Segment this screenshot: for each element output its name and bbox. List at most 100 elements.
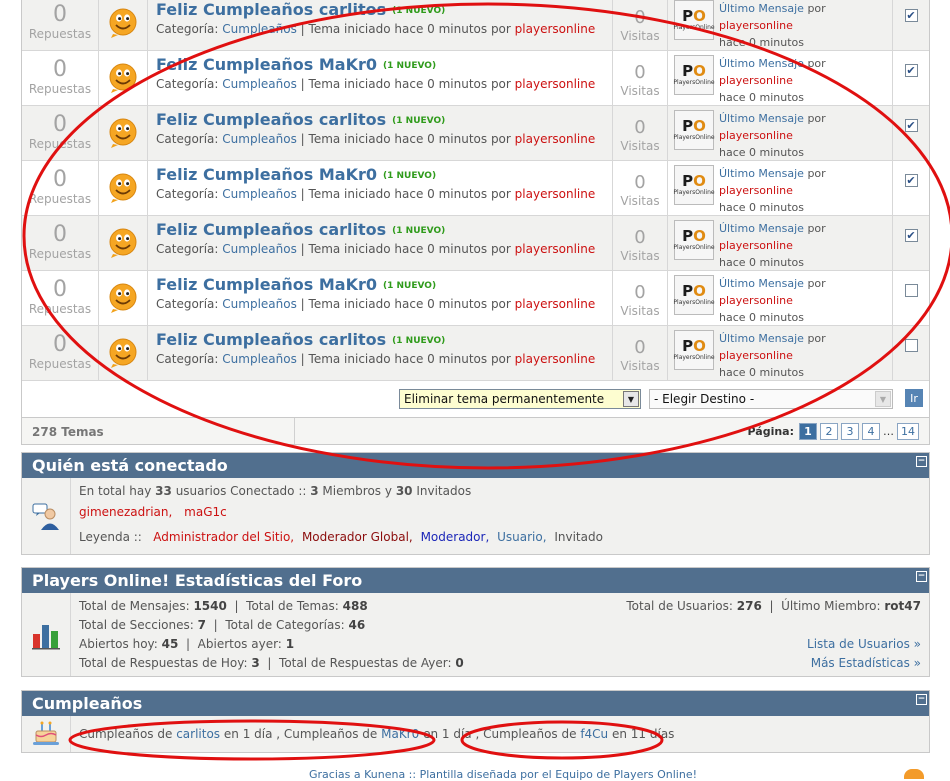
destination-select[interactable]: - Elegir Destino - ▼ (649, 389, 893, 409)
avatar-caption: PlayersOnline (673, 244, 715, 251)
author-link[interactable]: playersonline (515, 187, 596, 201)
birthday-user-link[interactable]: f4Cu (580, 727, 608, 741)
stat-open-yesterday: 1 (285, 637, 295, 651)
category-link[interactable]: Cumpleaños (222, 22, 297, 36)
author-link[interactable]: playersonline (515, 352, 596, 366)
last-member-link[interactable]: rot47 (884, 599, 921, 613)
birthday-text: Cumpleaños de (483, 727, 577, 741)
more-stats-link[interactable]: Más Estadísticas » (811, 656, 921, 670)
online-text-4: Invitados (416, 484, 472, 498)
category-link[interactable]: Cumpleaños (222, 77, 297, 91)
author-link[interactable]: playersonline (515, 22, 596, 36)
avatar[interactable]: PO PlayersOnline (673, 165, 715, 205)
author-link[interactable]: playersonline (515, 242, 596, 256)
page-2[interactable]: 2 (820, 423, 838, 440)
topic-title-link[interactable]: Feliz Cumpleaños MaKr0 (156, 275, 377, 294)
stat-users-link[interactable]: 276 (737, 599, 762, 613)
page-last[interactable]: 14 (897, 423, 919, 440)
select-cell (893, 326, 929, 380)
select-checkbox[interactable]: ✔ (904, 119, 918, 132)
select-checkbox[interactable]: ✔ (904, 174, 918, 187)
last-message-link[interactable]: Último Mensaje (719, 112, 804, 125)
views-cell: 0 Visitas (613, 51, 668, 105)
started-text: | Tema iniciado hace 0 minutos por (300, 22, 511, 36)
online-user-link[interactable]: gimenezadrian, (79, 505, 172, 519)
collapse-icon[interactable]: − (916, 571, 927, 582)
online-guests: 30 (395, 484, 413, 498)
topic-title-link[interactable]: Feliz Cumpleaños carlitos (156, 330, 386, 349)
category-link[interactable]: Cumpleaños (222, 297, 297, 311)
avatar[interactable]: PO PlayersOnline (673, 0, 715, 40)
avatar[interactable]: PO PlayersOnline (673, 275, 715, 315)
category-link[interactable]: Cumpleaños (222, 132, 297, 146)
collapse-icon[interactable]: − (916, 456, 927, 467)
birthday-user-link[interactable]: carlitos (176, 727, 220, 741)
replies-count: 0 (53, 112, 67, 137)
avatar[interactable]: PO PlayersOnline (673, 330, 715, 370)
legend-label: Leyenda :: (79, 530, 142, 544)
online-user-link[interactable]: maG1c (184, 505, 227, 519)
last-message-link[interactable]: Último Mensaje (719, 222, 804, 235)
rss-icon[interactable] (904, 769, 924, 779)
select-checkbox[interactable] (904, 339, 918, 352)
select-cell: ✔ (893, 161, 929, 215)
online-members: 3 (310, 484, 319, 498)
topic-title-cell: Feliz Cumpleaños carlitos (1 NUEVO) Categ… (148, 106, 613, 160)
last-message-link[interactable]: Último Mensaje (719, 277, 804, 290)
select-checkbox[interactable]: ✔ (904, 229, 918, 242)
last-author-link[interactable]: playersonline (719, 184, 793, 197)
stat-open-today: 45 (161, 637, 179, 651)
collapse-icon[interactable]: − (916, 694, 927, 705)
page-1[interactable]: 1 (799, 423, 817, 440)
category-link[interactable]: Cumpleaños (222, 352, 297, 366)
topic-title-link[interactable]: Feliz Cumpleaños carlitos (156, 0, 386, 19)
stat-replies-yesterday: 0 (455, 656, 464, 670)
legend-mod: Moderador, (420, 530, 490, 544)
by-text: por (807, 277, 826, 290)
select-cell: ✔ (893, 0, 929, 50)
avatar[interactable]: PO PlayersOnline (673, 110, 715, 150)
last-message-link[interactable]: Último Mensaje (719, 2, 804, 15)
category-link[interactable]: Cumpleaños (222, 187, 297, 201)
stat-label: Total de Secciones: (79, 618, 194, 632)
last-message-link[interactable]: Último Mensaje (719, 57, 804, 70)
select-checkbox[interactable] (904, 284, 918, 297)
author-link[interactable]: playersonline (515, 297, 596, 311)
views-cell: 0 Visitas (613, 0, 668, 50)
action-select[interactable]: Eliminar tema permanentemente ▼ (399, 389, 641, 409)
last-author-link[interactable]: playersonline (719, 74, 793, 87)
birthday-user-link[interactable]: MaKr0 (381, 727, 419, 741)
page-3[interactable]: 3 (841, 423, 859, 440)
views-count: 0 (634, 337, 646, 358)
stat-categories: 46 (348, 618, 366, 632)
last-message-link[interactable]: Último Mensaje (719, 167, 804, 180)
go-button[interactable]: Ir (905, 389, 923, 407)
author-link[interactable]: playersonline (515, 132, 596, 146)
last-author-link[interactable]: playersonline (719, 294, 793, 307)
select-checkbox[interactable]: ✔ (904, 9, 918, 22)
select-checkbox[interactable]: ✔ (904, 64, 918, 77)
topic-title-link[interactable]: Feliz Cumpleaños carlitos (156, 220, 386, 239)
avatar[interactable]: PO PlayersOnline (673, 220, 715, 260)
category-link[interactable]: Cumpleaños (222, 242, 297, 256)
last-author-link[interactable]: playersonline (719, 129, 793, 142)
chevron-down-icon[interactable]: ▼ (875, 391, 891, 407)
panel-title: Players Online! Estadísticas del Foro (32, 571, 363, 590)
table-row: 0 Repuestas Feliz Cumpleaños carlitos (1 … (22, 0, 929, 51)
last-message-link[interactable]: Último Mensaje (719, 332, 804, 345)
chevron-down-icon[interactable]: ▼ (623, 391, 639, 407)
topic-title-link[interactable]: Feliz Cumpleaños MaKr0 (156, 55, 377, 74)
topic-title-link[interactable]: Feliz Cumpleaños carlitos (156, 110, 386, 129)
user-list-link[interactable]: Lista de Usuarios » (807, 637, 921, 651)
topic-title-link[interactable]: Feliz Cumpleaños MaKr0 (156, 165, 377, 184)
footer-credits[interactable]: Gracias a Kunena :: Plantilla diseñada p… (309, 768, 697, 781)
last-author-link[interactable]: playersonline (719, 19, 793, 32)
page-4[interactable]: 4 (862, 423, 880, 440)
replies-cell: 0 Repuestas (22, 51, 99, 105)
author-link[interactable]: playersonline (515, 77, 596, 91)
topic-title-cell: Feliz Cumpleaños MaKr0 (1 NUEVO) Categorí… (148, 271, 613, 325)
avatar[interactable]: PO PlayersOnline (673, 55, 715, 95)
avatar-logo-mark: PO (682, 337, 706, 355)
last-author-link[interactable]: playersonline (719, 239, 793, 252)
last-author-link[interactable]: playersonline (719, 349, 793, 362)
